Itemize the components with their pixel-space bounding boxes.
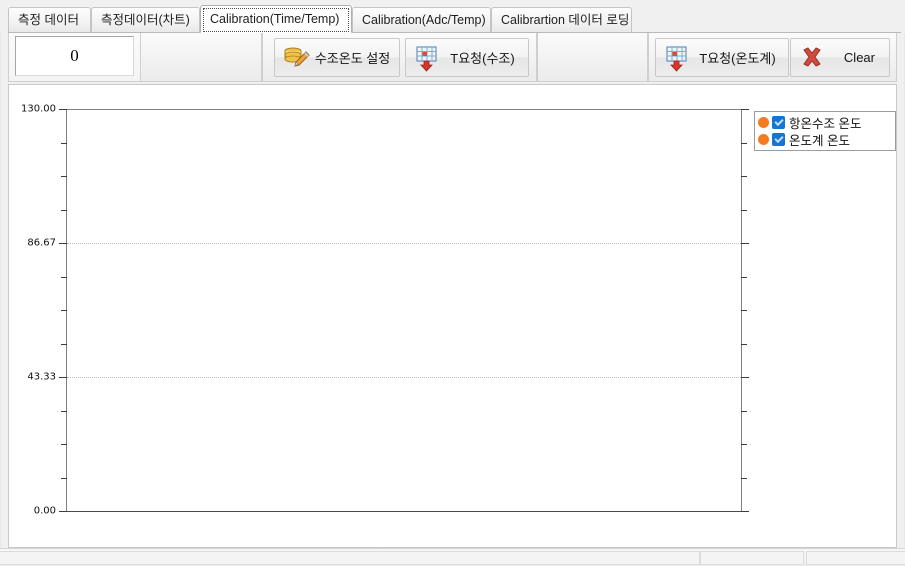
y-tick-major: [59, 109, 67, 110]
button-label: T요청(온도계): [699, 51, 776, 66]
button-label: Clear: [843, 50, 875, 65]
button-label: 수조온도 설정: [314, 51, 391, 66]
set-bath-temperature-button[interactable]: 수조온도 설정: [274, 38, 400, 77]
y-tick-major: [741, 243, 749, 244]
toolbar-group-gap: [537, 33, 648, 82]
red-x-icon: [798, 44, 826, 72]
y-tick-major: [59, 243, 67, 244]
y-tick-major: [59, 377, 67, 378]
toolbar-group-value: 0: [8, 33, 141, 82]
application-window: 측정 데이터 측정데이터(차트) Calibration(Time/Temp) …: [0, 0, 905, 566]
window-left-edge: [0, 33, 2, 549]
tab-strip: 측정 데이터 측정데이터(차트) Calibration(Time/Temp) …: [8, 5, 901, 33]
legend-item-thermometer[interactable]: 온도계 온도: [758, 131, 892, 148]
grid-down-arrow-icon: [663, 44, 691, 72]
y-tick-minor: [741, 410, 747, 412]
y-axis-label-130: 130.00: [21, 103, 56, 115]
y-tick-minor: [741, 310, 747, 311]
tab-label: 측정데이터(차트): [101, 13, 190, 27]
y-tick-minor: [61, 477, 67, 479]
y-gridline: [67, 243, 741, 244]
y-tick-minor: [741, 176, 747, 177]
status-cell-three: [806, 551, 905, 565]
y-tick-minor: [61, 444, 67, 445]
chart-plot-area[interactable]: 130.00 86.67 43.33 0.00: [21, 104, 749, 517]
button-label: T요청(수조): [450, 51, 515, 66]
y-tick-major: [59, 511, 67, 512]
temperature-value-input[interactable]: 0: [15, 36, 134, 76]
y-tick-minor: [61, 343, 67, 345]
y-tick-minor: [61, 310, 67, 311]
request-thermometer-temperature-button[interactable]: T요청(온도계): [655, 38, 789, 77]
tab-label: Calibrartion 데이터 로딩: [501, 13, 630, 27]
tab-measurement-chart[interactable]: 측정데이터(차트): [91, 7, 200, 32]
status-bar: [0, 548, 905, 566]
y-tick-minor: [741, 444, 747, 445]
y-tick-minor: [61, 209, 67, 211]
tab-label: Calibration(Time/Temp): [210, 12, 340, 26]
y-tick-minor: [61, 276, 67, 278]
database-pencil-icon: [282, 44, 310, 72]
tab-label: 측정 데이터: [18, 13, 79, 27]
tab-calibration-adc-temp[interactable]: Calibration(Adc/Temp): [352, 7, 491, 32]
toolbar-group-thermometer: T요청(온도계) Clear: [648, 33, 897, 82]
tab-calibration-data-loading[interactable]: Calibrartion 데이터 로딩: [491, 7, 632, 32]
y-tick-minor: [741, 343, 747, 345]
y-axis-label-4333: 43.33: [27, 371, 56, 383]
y-tick-major: [741, 109, 749, 110]
x-axis: [66, 511, 742, 512]
series-visibility-checkbox[interactable]: [772, 116, 785, 129]
calibration-chart-panel: 130.00 86.67 43.33 0.00 항온수조 온도 온도계 온도: [8, 84, 897, 548]
legend-label: 온도계 온도: [789, 134, 850, 148]
request-bath-temperature-button[interactable]: T요청(수조): [405, 38, 529, 77]
y-tick-major: [741, 511, 749, 512]
plot-top-edge: [66, 109, 742, 110]
y-tick-minor: [741, 276, 747, 278]
y-tick-major: [741, 377, 749, 378]
tab-calibration-time-temp[interactable]: Calibration(Time/Temp): [200, 5, 352, 33]
y-tick-minor: [741, 142, 747, 144]
status-cell-two: [700, 551, 804, 565]
toolbar-group-bath: 수조온도 설정 T요청(수조): [262, 33, 537, 82]
series-color-dot-icon: [758, 117, 769, 128]
y-tick-minor: [741, 209, 747, 211]
clear-button[interactable]: Clear: [790, 38, 890, 77]
y-tick-minor: [61, 176, 67, 177]
series-visibility-checkbox[interactable]: [772, 133, 785, 146]
series-color-dot-icon: [758, 134, 769, 145]
toolbar-group-spacer: [141, 33, 262, 82]
chart-legend: 항온수조 온도 온도계 온도: [754, 111, 896, 151]
y-gridline: [67, 377, 741, 378]
y-tick-minor: [741, 477, 747, 479]
grid-down-arrow-icon: [413, 44, 441, 72]
toolbar: 0 수조온도 설정 T요청(수조) T요청(온도계) Clear: [0, 33, 905, 84]
tab-measurement-data[interactable]: 측정 데이터: [8, 7, 91, 32]
y-axis-label-0: 0.00: [33, 505, 56, 517]
legend-item-bath[interactable]: 항온수조 온도: [758, 114, 892, 131]
y-tick-minor: [61, 142, 67, 144]
tab-label: Calibration(Adc/Temp): [362, 13, 486, 27]
y-axis-label-8667: 86.67: [27, 237, 56, 249]
status-cell-main: [0, 551, 700, 565]
y-tick-minor: [61, 410, 67, 412]
